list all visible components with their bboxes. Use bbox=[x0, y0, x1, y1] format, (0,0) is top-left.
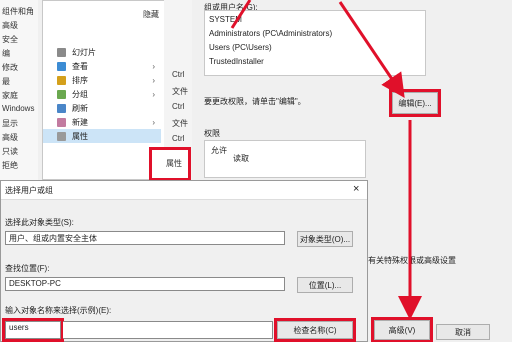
location-field: DESKTOP-PC bbox=[5, 277, 285, 291]
location-label: 查找位置(F): bbox=[5, 264, 50, 273]
object-type-button[interactable]: 对象类型(O)... bbox=[297, 231, 353, 247]
check-names-button[interactable]: 检查名称(C) bbox=[274, 318, 356, 342]
close-icon[interactable]: × bbox=[353, 183, 359, 195]
arrow-to-edit bbox=[338, 1, 405, 98]
object-names-input-rest[interactable] bbox=[63, 321, 273, 339]
names-label: 输入对象名称来选择(示例)(E): bbox=[5, 306, 112, 315]
dialog-titlebar: 选择用户或组 × bbox=[1, 181, 367, 200]
object-type-field: 用户、组或内置安全主体 bbox=[5, 231, 285, 245]
object-names-input[interactable]: users bbox=[2, 318, 64, 342]
select-users-dialog: 选择用户或组 × 选择此对象类型(S): 用户、组或内置安全主体 对象类型(O)… bbox=[0, 180, 368, 342]
arrow-from-top bbox=[230, 0, 252, 29]
location-button[interactable]: 位置(L)... bbox=[297, 277, 353, 293]
dialog-title: 选择用户或组 bbox=[5, 186, 53, 195]
object-type-label: 选择此对象类型(S): bbox=[5, 218, 74, 227]
